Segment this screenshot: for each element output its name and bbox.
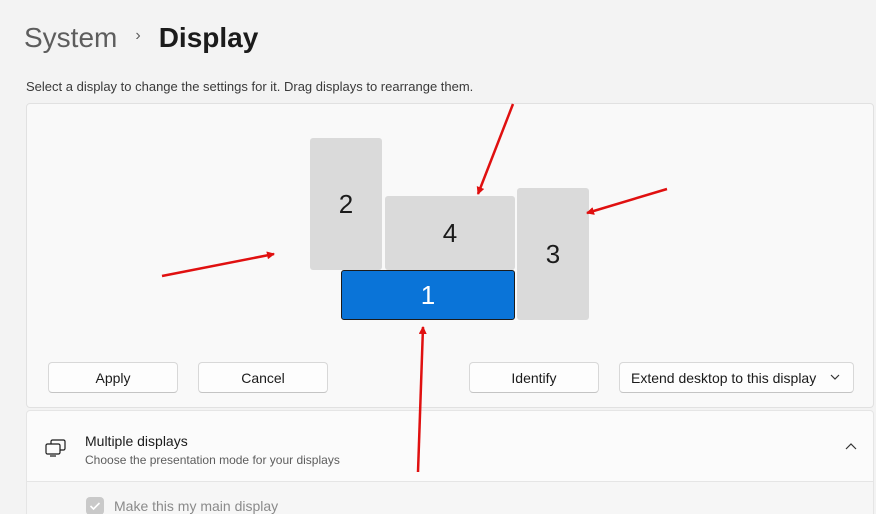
chevron-down-icon bbox=[830, 374, 840, 380]
breadcrumb-separator-icon: › bbox=[135, 27, 141, 44]
monitor-1[interactable]: 1 bbox=[341, 270, 515, 320]
monitor-4[interactable]: 4 bbox=[385, 196, 515, 270]
monitor-2[interactable]: 2 bbox=[310, 138, 382, 270]
breadcrumb: System › Display bbox=[24, 22, 258, 54]
multiple-displays-icon bbox=[45, 439, 66, 457]
chevron-up-icon[interactable] bbox=[845, 442, 857, 452]
display-arrangement-panel: 2 4 3 1 Apply Cancel Identify Extend des… bbox=[26, 103, 874, 408]
monitor-3[interactable]: 3 bbox=[517, 188, 589, 320]
multiple-displays-title: Multiple displays bbox=[85, 433, 188, 449]
display-settings-page: System › Display Select a display to cha… bbox=[0, 0, 876, 514]
extend-desktop-dropdown[interactable]: Extend desktop to this display bbox=[619, 362, 854, 393]
cancel-button[interactable]: Cancel bbox=[198, 362, 328, 393]
main-display-row: Make this my main display bbox=[26, 482, 874, 514]
extend-desktop-dropdown-value: Extend desktop to this display bbox=[631, 369, 817, 386]
apply-button[interactable]: Apply bbox=[48, 362, 178, 393]
breadcrumb-system-link[interactable]: System bbox=[24, 22, 117, 54]
identify-button[interactable]: Identify bbox=[469, 362, 599, 393]
multiple-displays-section[interactable]: Multiple displays Choose the presentatio… bbox=[26, 410, 874, 482]
main-display-checkbox[interactable] bbox=[86, 497, 104, 514]
main-display-checkbox-label: Make this my main display bbox=[114, 498, 279, 514]
page-title: Display bbox=[158, 22, 259, 53]
checkmark-icon bbox=[89, 502, 101, 511]
multiple-displays-subtitle: Choose the presentation mode for your di… bbox=[85, 453, 340, 467]
arrangement-instruction: Select a display to change the settings … bbox=[26, 79, 474, 94]
